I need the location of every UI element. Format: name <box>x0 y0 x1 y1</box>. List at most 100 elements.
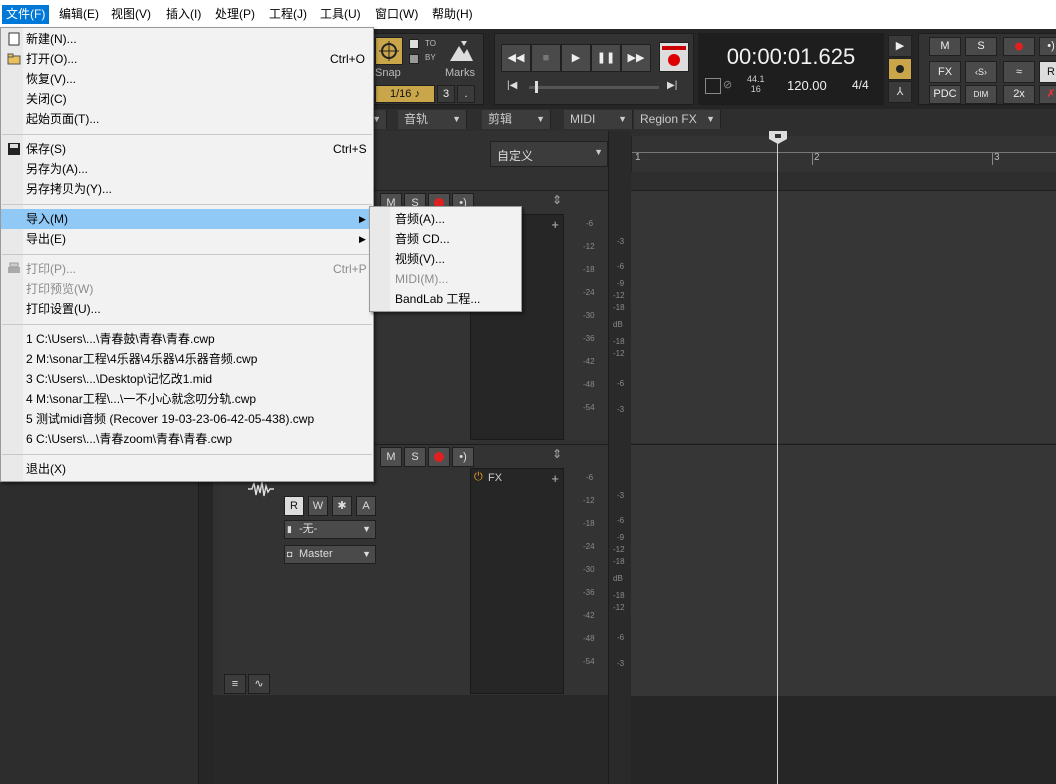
menu-project[interactable]: 工程(J) <box>265 5 311 24</box>
loop-toggle[interactable] <box>888 58 912 80</box>
scrubber-track[interactable] <box>529 86 659 89</box>
metronome-icon[interactable] <box>705 78 721 94</box>
marks-icon[interactable] <box>447 38 475 64</box>
track2-input-dropdown[interactable]: ▮ -无- ▼ <box>284 520 376 539</box>
recent-file-1[interactable]: 1 C:\Users\...\青春鼓\青春\青春.cwp <box>1 329 373 349</box>
menu-item-close[interactable]: 关闭(C) <box>1 89 373 109</box>
menu-item-save-as[interactable]: 另存为(A)... <box>1 159 373 179</box>
fast-forward-button[interactable]: ▶▶ <box>621 44 651 72</box>
scrubber-thumb[interactable] <box>535 81 538 93</box>
clips-menu-dropdown[interactable]: 剪辑 ▼ <box>482 110 551 129</box>
import-video[interactable]: 视频(V)... <box>370 249 521 269</box>
zoom-2x-button[interactable]: 2x <box>1003 85 1035 104</box>
pdc-button[interactable]: PDC <box>929 85 961 104</box>
track2-fx-bin[interactable]: ⏻ FX + <box>470 468 564 694</box>
import-bandlab-project[interactable]: BandLab 工程... <box>370 289 521 309</box>
clip-lane-2[interactable] <box>631 444 1056 697</box>
track2-fx-add-icon[interactable]: + <box>551 471 559 486</box>
menu-item-import[interactable]: 导入(M) ▶ <box>1 209 373 229</box>
to-toggle[interactable] <box>409 39 419 49</box>
stop-button[interactable]: ■ <box>531 44 561 72</box>
track2-read-button[interactable]: R <box>284 496 304 516</box>
offline-icon[interactable]: ⊘ <box>723 78 739 92</box>
fx-power-icon[interactable]: ⏻ <box>474 471 483 484</box>
recent-file-5[interactable]: 5 测试midi音频 (Recover 19-03-23-06-42-05-43… <box>1 409 373 429</box>
recent-file-6[interactable]: 6 C:\Users\...\青春zoom\青春\青春.cwp <box>1 429 373 449</box>
track-list-icon[interactable]: ≡ <box>224 674 246 694</box>
automation-icon[interactable]: ≈ <box>1003 61 1035 83</box>
menu-view[interactable]: 视图(V) <box>107 5 155 24</box>
meter-readout[interactable]: 4/4 <box>852 78 869 92</box>
track2-collapse-icon[interactable]: ⇕ <box>552 447 562 461</box>
recent-file-4[interactable]: 4 M:\sonar工程\...\一不小心就念叨分轨.cwp <box>1 389 373 409</box>
arm-all-button[interactable] <box>1003 37 1035 56</box>
rewind-button[interactable]: ◀◀ <box>501 44 531 72</box>
track-menu-dropdown[interactable]: 音轨 ▼ <box>398 110 467 129</box>
go-start-icon[interactable]: |◀ <box>507 80 517 91</box>
menu-item-print-setup[interactable]: 打印设置(U)... <box>1 299 373 319</box>
time-readout[interactable]: 00:00:01.625 <box>699 44 883 70</box>
menu-item-start-screen[interactable]: 起始页面(T)... <box>1 109 373 129</box>
pause-button[interactable]: ❚❚ <box>591 44 621 72</box>
vertical-zoom-strip[interactable]: -3 -6 -9 -12 -18 dB -18 -12 -6 -3 -3 -6 … <box>608 131 632 784</box>
dim-button[interactable]: DIM <box>965 85 997 104</box>
automation-lanes-icon[interactable]: ∿ <box>248 674 270 694</box>
track2-echo-button[interactable]: •) <box>452 447 474 467</box>
import-midi[interactable]: MIDI(M)... <box>370 269 521 289</box>
clip-lane-1[interactable] <box>631 190 1056 443</box>
menu-item-print-preview[interactable]: 打印预览(W) <box>1 279 373 299</box>
mute-all-button[interactable]: M <box>929 37 961 56</box>
menu-item-save[interactable]: 保存(S) Ctrl+S <box>1 139 373 159</box>
track2-mute-button[interactable]: M <box>380 447 402 467</box>
track1-collapse-icon[interactable]: ⇕ <box>552 193 562 207</box>
menu-item-export[interactable]: 导出(E) ▶ <box>1 229 373 249</box>
import-audio-cd[interactable]: 音频 CD... <box>370 229 521 249</box>
track2-archive-button[interactable]: A <box>356 496 376 516</box>
midi-menu-dropdown[interactable]: MIDI ▼ <box>564 110 633 129</box>
track2-freeze-icon[interactable]: ✱ <box>332 496 352 516</box>
menu-edit[interactable]: 编辑(E) <box>55 5 103 24</box>
track2-solo-button[interactable]: S <box>404 447 426 467</box>
menu-item-new[interactable]: 新建(N)... <box>1 29 373 49</box>
menu-item-print[interactable]: 打印(P)... Ctrl+P <box>1 259 373 279</box>
recent-file-2[interactable]: 2 M:\sonar工程\4乐器\4乐器\4乐器音频.cwp <box>1 349 373 369</box>
sidechain-button[interactable]: ‹S› <box>965 61 997 83</box>
menu-help[interactable]: 帮助(H) <box>428 5 477 24</box>
solo-all-button[interactable]: S <box>965 37 997 56</box>
tempo-readout[interactable]: 120.00 <box>787 78 827 93</box>
view-options-dropdown[interactable]: ▼ <box>372 110 387 129</box>
track2-arm-button[interactable] <box>428 447 450 467</box>
timeline-ruler[interactable]: 1 2 3 <box>631 136 1056 172</box>
menu-window[interactable]: 窗口(W) <box>371 5 422 24</box>
menu-process[interactable]: 处理(P) <box>211 5 259 24</box>
track1-fx-add-icon[interactable]: + <box>551 217 559 232</box>
menu-insert[interactable]: 插入(I) <box>162 5 205 24</box>
menu-file[interactable]: 文件(F) <box>2 5 50 24</box>
menu-item-exit[interactable]: 退出(X) <box>1 459 373 479</box>
menu-tools[interactable]: 工具(U) <box>316 5 365 24</box>
menu-item-open[interactable]: 打开(O)... Ctrl+O <box>1 49 373 69</box>
fx-button[interactable]: FX <box>929 61 961 83</box>
record-button[interactable] <box>659 42 689 72</box>
snap-resolution-dropdown[interactable]: 1/16 ♪ <box>375 85 435 103</box>
play-options-icon[interactable]: ▶ <box>888 35 912 57</box>
import-audio[interactable]: 音频(A)... <box>370 209 521 229</box>
custom-view-dropdown[interactable]: 自定义 ▼ <box>490 141 608 167</box>
now-time-marker[interactable] <box>768 131 788 145</box>
region-fx-dropdown[interactable]: Region FX ▼ <box>634 110 721 129</box>
by-toggle[interactable] <box>409 54 419 64</box>
menu-item-revert[interactable]: 恢复(V)... <box>1 69 373 89</box>
fx-bypass-icon[interactable]: ✗ <box>1039 85 1056 104</box>
metronome-settings-icon[interactable]: ⅄ <box>888 81 912 103</box>
track2-write-button[interactable]: W <box>308 496 328 516</box>
recent-file-3[interactable]: 3 C:\Users\...\Desktop\记忆改1.mid <box>1 369 373 389</box>
menu-item-save-copy-as[interactable]: 另存拷贝为(Y)... <box>1 179 373 199</box>
snap-icon[interactable] <box>375 37 403 65</box>
read-automation-button[interactable]: R <box>1039 61 1056 83</box>
input-echo-button[interactable]: •) <box>1039 37 1056 56</box>
track2-output-dropdown[interactable]: ◘ Master ▼ <box>284 545 376 564</box>
play-button[interactable]: ▶ <box>561 44 591 72</box>
snap-count[interactable]: 3 <box>437 85 455 103</box>
transport-scrubber[interactable]: |◀ ▶| <box>501 80 681 94</box>
go-end-icon[interactable]: ▶| <box>667 80 677 91</box>
